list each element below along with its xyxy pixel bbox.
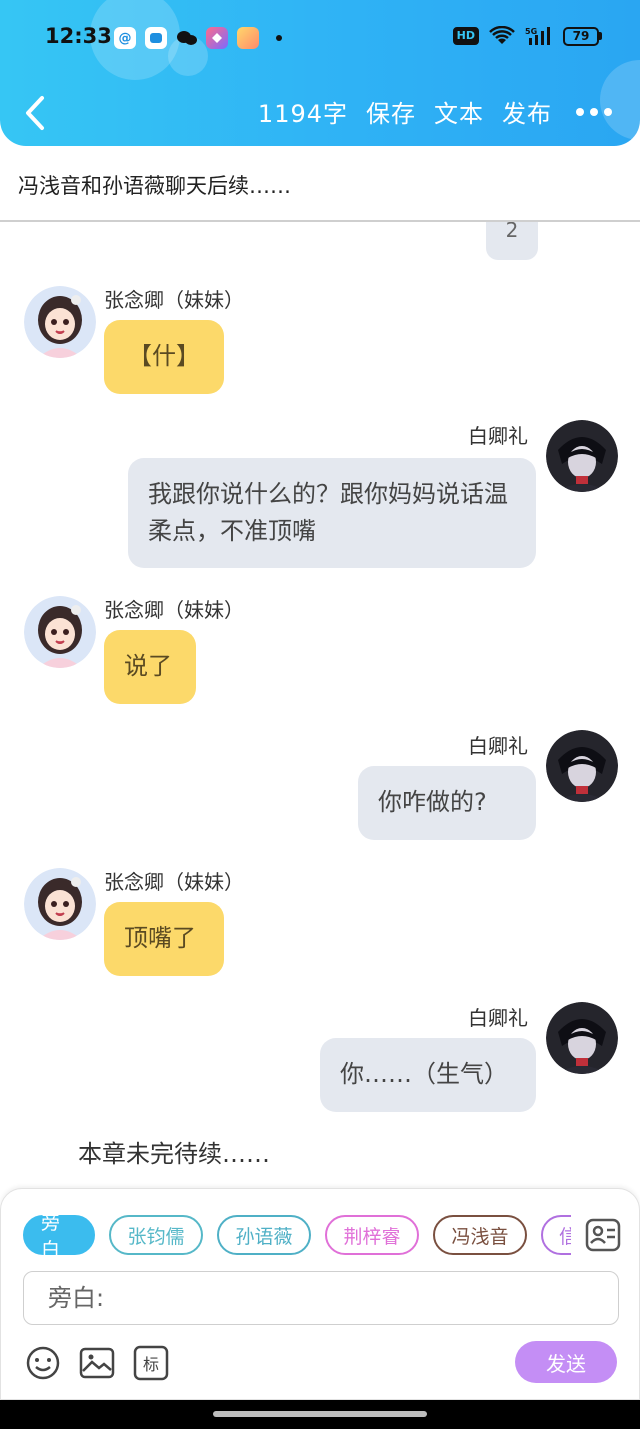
svg-text:5G: 5G [525, 27, 537, 36]
status-bar: 12:33 @ HD 5G 79 [0, 20, 640, 56]
avatar-boy[interactable] [546, 420, 618, 492]
avatar-boy[interactable] [546, 1002, 618, 1074]
image-icon [79, 1347, 115, 1379]
publish-button[interactable]: 发布 [502, 94, 552, 129]
chapter-end-note: 本章未完待续…… [78, 1140, 270, 1168]
battery-icon: 79 [563, 26, 602, 46]
battery-level: 79 [563, 26, 599, 46]
chevron-left-icon [26, 96, 44, 130]
speaker-name: 白卿礼 [468, 734, 528, 758]
message-bubble[interactable]: 顶嘴了 [104, 902, 224, 976]
editor-toolbar: 1194字 保存 文本 发布 [258, 94, 612, 129]
wifi-icon [489, 26, 515, 44]
chat-area[interactable]: 2 张念卿（妹妹） 【什】 白卿礼 我跟你说什么的？跟你妈妈说话温柔点，不准顶嘴 [0, 222, 640, 1188]
image-button[interactable] [79, 1345, 115, 1381]
text-button[interactable]: 文本 [434, 94, 484, 129]
avatar-boy[interactable] [546, 730, 618, 802]
back-button[interactable] [18, 94, 52, 132]
message-bubble[interactable]: 我跟你说什么的？跟你妈妈说话温柔点，不准顶嘴 [128, 458, 536, 568]
more-dots-icon [604, 107, 612, 116]
character-chip[interactable]: 信 [541, 1215, 571, 1255]
mark-button[interactable]: 标 [133, 1345, 169, 1381]
speaker-name: 张念卿（妹妹） [104, 288, 244, 312]
status-time: 12:33 [45, 24, 112, 48]
app-notify-icon: @ [114, 27, 136, 49]
status-dot [276, 35, 282, 41]
speaker-name: 张念卿（妹妹） [104, 870, 244, 894]
status-right: HD 5G 79 [452, 26, 602, 46]
more-dots-icon [576, 107, 584, 116]
speaker-name: 张念卿（妹妹） [104, 598, 244, 622]
message-bubble[interactable]: 你咋做的? [358, 766, 536, 840]
message-bubble[interactable]: 说了 [104, 630, 196, 704]
top-header: 12:33 @ HD 5G 79 1194字 保存 文本 发布 [0, 0, 640, 146]
save-button[interactable]: 保存 [366, 94, 416, 129]
more-menu-button[interactable] [570, 107, 612, 116]
character-manager-button[interactable] [585, 1217, 621, 1253]
character-chip[interactable]: 张钧儒 [109, 1215, 203, 1255]
character-chip[interactable]: 荆梓睿 [325, 1215, 419, 1255]
character-chip[interactable]: 孙语薇 [217, 1215, 311, 1255]
message-input[interactable]: 旁白: [23, 1271, 619, 1325]
chapter-title[interactable]: 冯浅音和孙语薇聊天后续…… [0, 160, 640, 222]
avatar-girl[interactable] [24, 868, 96, 940]
system-nav-bar [0, 1400, 640, 1429]
message-bubble[interactable]: 【什】 [104, 320, 224, 394]
app-notify-icon [145, 27, 167, 49]
app-notify-icon [237, 27, 259, 49]
app-notify-icon [206, 27, 228, 49]
compose-panel: 旁白 张钧儒 孙语薇 荆梓睿 冯浅音 信 旁白: 标 发送 [0, 1188, 640, 1400]
wechat-icon [176, 27, 198, 49]
speaker-name: 白卿礼 [468, 1006, 528, 1030]
home-indicator[interactable] [213, 1411, 427, 1417]
message-bubble[interactable]: 你……（生气） [320, 1038, 536, 1112]
contact-card-icon [585, 1218, 621, 1252]
character-chip-narrator[interactable]: 旁白 [23, 1215, 95, 1259]
send-button[interactable]: 发送 [515, 1341, 617, 1383]
emoji-button[interactable] [25, 1345, 61, 1381]
avatar-girl[interactable] [24, 596, 96, 668]
avatar-girl[interactable] [24, 286, 96, 358]
word-count: 1194字 [257, 100, 348, 128]
character-selector: 旁白 张钧儒 孙语薇 荆梓睿 冯浅音 信 [23, 1215, 571, 1259]
speaker-name: 白卿礼 [468, 424, 528, 448]
hd-icon: HD [452, 27, 479, 45]
character-chip[interactable]: 冯浅音 [433, 1215, 527, 1255]
message-bubble-partial[interactable]: 2 [486, 222, 538, 260]
more-dots-icon [590, 107, 598, 116]
smiley-icon [26, 1346, 60, 1380]
battery-cap [599, 32, 602, 40]
mark-label: 标 [142, 1355, 159, 1374]
signal-icon: 5G [525, 27, 550, 45]
